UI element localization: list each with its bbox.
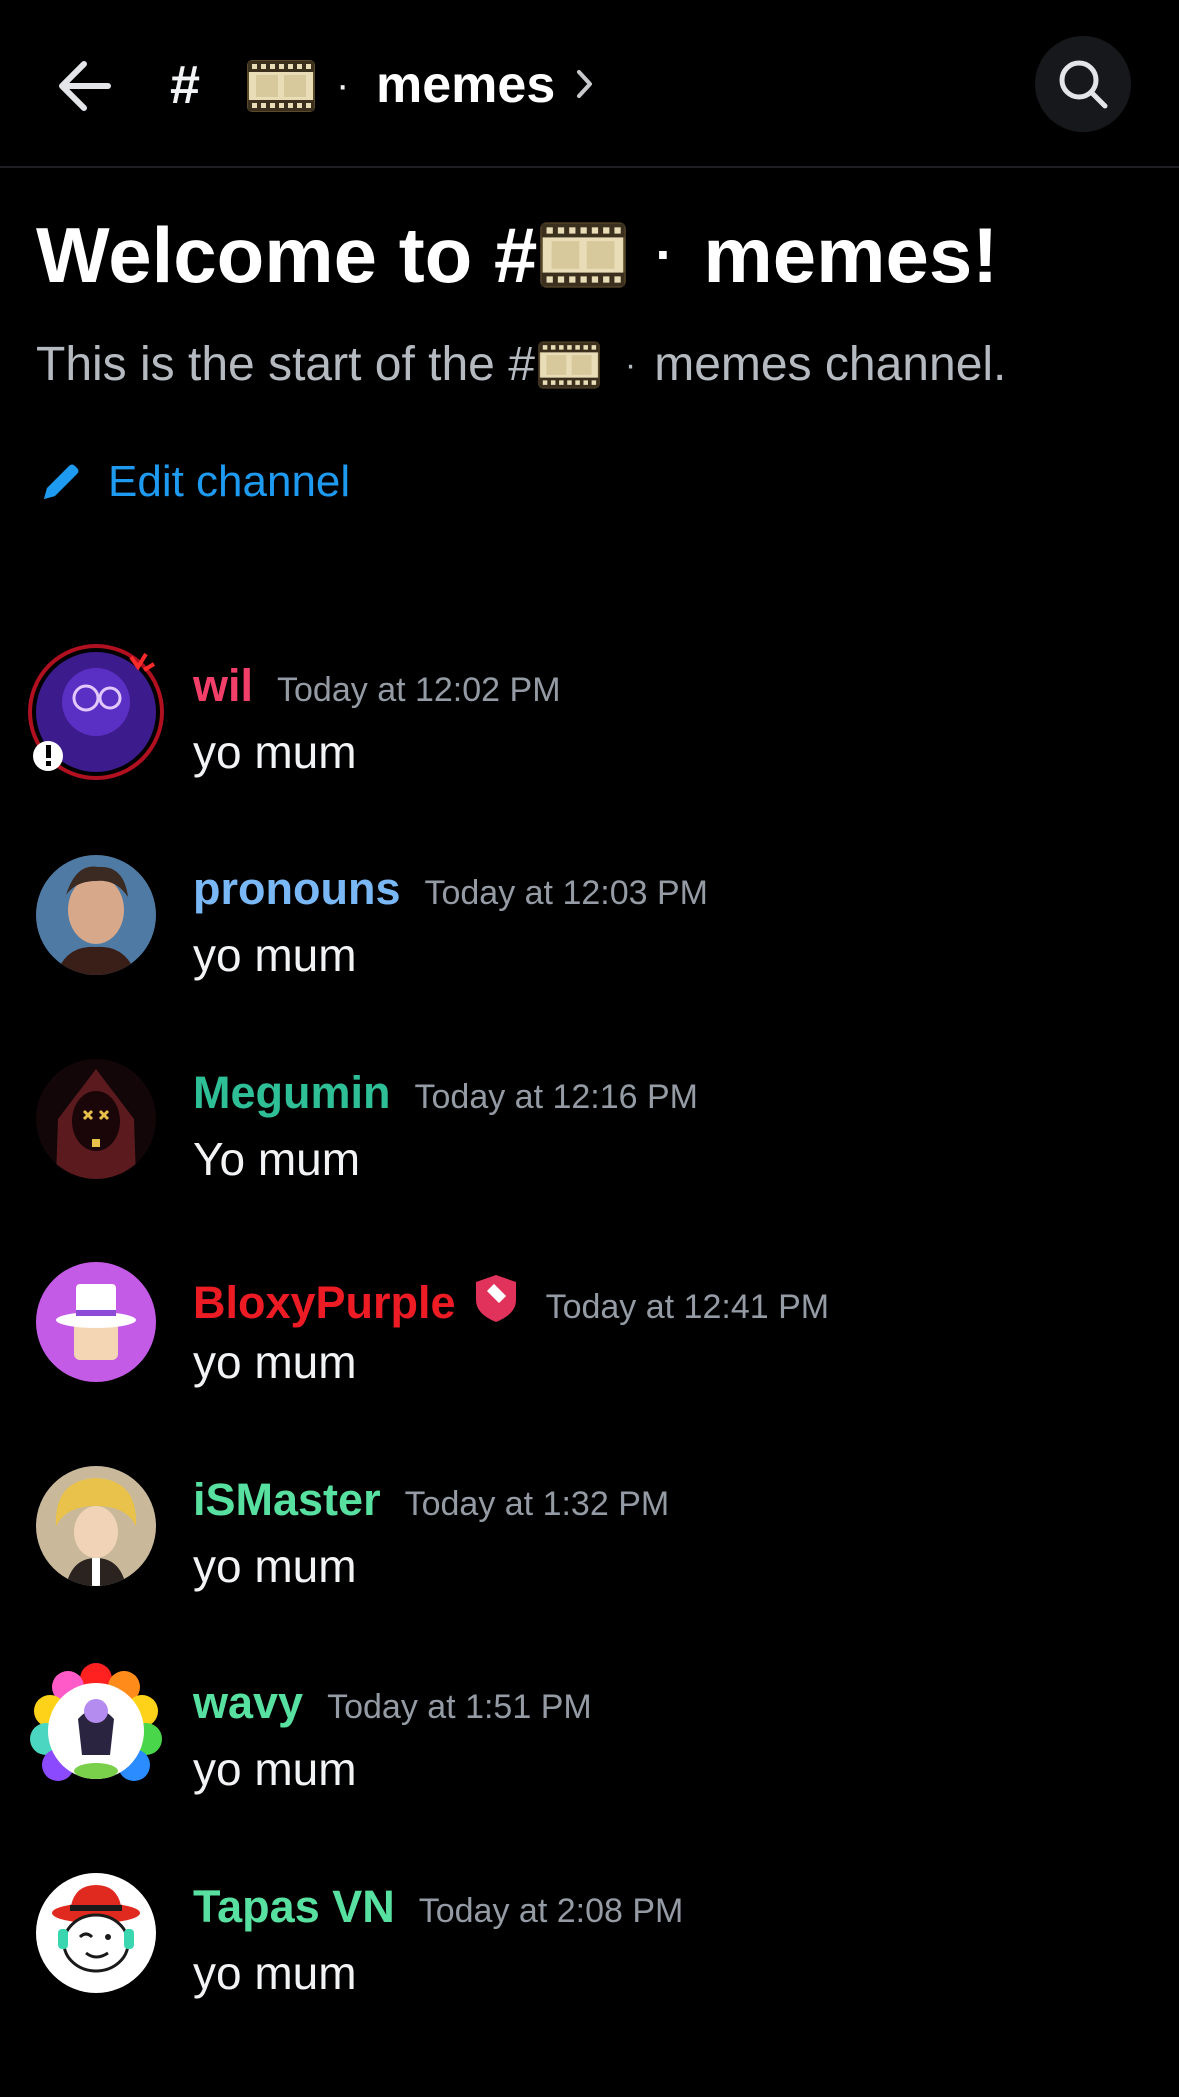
avatar[interactable] <box>36 1262 156 1382</box>
message-header: wil Today at 12:02 PM <box>193 656 561 720</box>
dark-hooded-avatar <box>36 1059 156 1179</box>
message-header: wavy Today at 1:51 PM <box>193 1673 592 1737</box>
author-name[interactable]: wil <box>193 656 253 716</box>
back-button[interactable] <box>52 54 116 118</box>
message-item[interactable]: wavy Today at 1:51 PM yo mum <box>0 1663 1179 1839</box>
moderator-shield-icon[interactable] <box>470 1272 522 1324</box>
message-header: Megumin Today at 12:16 PM <box>193 1063 698 1127</box>
edit-channel-button[interactable]: Edit channel <box>38 452 350 512</box>
channel-name-separator: · <box>336 63 350 107</box>
timestamp: Today at 12:16 PM <box>414 1078 699 1116</box>
welcome-subtitle-separator: · <box>624 346 637 384</box>
welcome-heading-prefix: Welcome to # <box>36 211 538 299</box>
timestamp: Today at 2:08 PM <box>418 1892 684 1930</box>
avatar[interactable] <box>36 855 156 975</box>
rainbow-clown-avatar <box>30 1663 162 1781</box>
message-header: BloxyPurple Today at 12:41 PM <box>193 1266 829 1337</box>
message-item[interactable]: Megumin Today at 12:16 PM Yo mum <box>0 1059 1179 1229</box>
message-item[interactable]: wil Today at 12:02 PM yo mum <box>0 644 1179 822</box>
welcome-heading: Welcome to # · memes! <box>36 210 998 300</box>
blonde-character-avatar <box>36 1466 156 1586</box>
message-header: pronouns Today at 12:03 PM <box>193 859 708 923</box>
author-name[interactable]: wavy <box>193 1673 303 1733</box>
timestamp: Today at 12:41 PM <box>545 1288 830 1326</box>
author-name[interactable]: Tapas VN <box>193 1877 395 1937</box>
welcome-heading-separator: · <box>655 225 674 285</box>
message-text: yo mum <box>193 1540 357 1592</box>
message-text: yo mum <box>193 1336 357 1388</box>
avatar[interactable] <box>30 1663 162 1789</box>
author-name[interactable]: BloxyPurple <box>193 1273 456 1333</box>
search-button[interactable] <box>1035 36 1131 132</box>
avatar[interactable] <box>36 1059 156 1179</box>
channel-hash-icon: # <box>170 55 201 115</box>
message-text: yo mum <box>193 1743 357 1795</box>
channel-header: # · memes <box>0 0 1179 168</box>
photo-person-avatar <box>36 855 156 975</box>
author-name[interactable]: pronouns <box>193 859 400 919</box>
avatar[interactable] <box>28 644 164 780</box>
message-header: Tapas VN Today at 2:08 PM <box>193 1877 683 1941</box>
message-text: yo mum <box>193 1947 357 1999</box>
timestamp: Today at 12:03 PM <box>424 874 708 912</box>
avatar[interactable] <box>36 1466 156 1586</box>
timestamp: Today at 1:51 PM <box>327 1688 592 1726</box>
message-item[interactable]: pronouns Today at 12:03 PM yo mum <box>0 855 1179 1025</box>
back-arrow-icon <box>59 61 111 111</box>
purple-character-avatar <box>28 644 164 780</box>
roblox-tophat-avatar <box>36 1262 156 1382</box>
author-name[interactable]: iSMaster <box>193 1470 381 1530</box>
search-icon <box>1059 60 1108 109</box>
message-text: yo mum <box>193 929 357 981</box>
welcome-heading-suffix: memes! <box>703 211 999 299</box>
channel-title[interactable]: memes <box>376 50 555 120</box>
message-text: Yo mum <box>193 1133 361 1185</box>
welcome-subtitle-suffix: memes channel. <box>654 338 1007 391</box>
chevron-right-icon[interactable] <box>574 66 596 102</box>
message-item[interactable]: iSMaster Today at 1:32 PM yo mum <box>0 1466 1179 1636</box>
timestamp: Today at 12:02 PM <box>277 671 561 709</box>
welcome-subtitle: This is the start of the # · memes chann… <box>36 335 1006 395</box>
message-header: iSMaster Today at 1:32 PM <box>193 1470 669 1534</box>
author-name[interactable]: Megumin <box>193 1063 391 1123</box>
edit-channel-label: Edit channel <box>108 457 351 506</box>
film-strip-emoji-icon <box>537 337 601 393</box>
red-hat-cartoon-avatar <box>36 1873 156 1993</box>
message-item[interactable]: Tapas VN Today at 2:08 PM yo mum <box>0 1873 1179 2043</box>
avatar[interactable] <box>36 1873 156 1993</box>
film-strip-emoji-icon <box>246 55 316 117</box>
message-text: yo mum <box>193 726 357 778</box>
pencil-icon <box>44 464 79 499</box>
film-strip-emoji-icon <box>539 216 627 294</box>
message-item[interactable]: BloxyPurple Today at 12:41 PM yo mum <box>0 1262 1179 1432</box>
welcome-subtitle-prefix: This is the start of the # <box>36 338 535 391</box>
timestamp: Today at 1:32 PM <box>404 1485 670 1523</box>
